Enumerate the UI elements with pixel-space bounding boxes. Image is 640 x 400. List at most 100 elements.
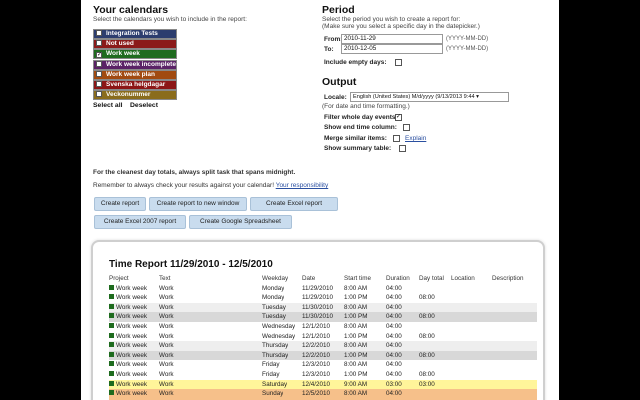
end-time-checkbox[interactable] [403, 124, 410, 131]
cell-start: 1:00 PM [344, 370, 368, 378]
filter-whole-day-checkbox[interactable]: ✓ [395, 114, 402, 121]
calendar-checkbox[interactable] [96, 60, 102, 67]
project-color-swatch [109, 313, 114, 319]
locale-select[interactable]: English (United States) M/d/yyyy (9/13/2… [350, 92, 509, 102]
cell-project: Work week [109, 341, 147, 351]
cell-project: Work week [109, 351, 147, 361]
table-body: Work week Work Monday 11/29/2010 8:00 AM 04:0… [109, 283, 537, 400]
include-empty-label: Include empty days: [324, 59, 387, 66]
calendar-checkbox[interactable]: ✓ [96, 52, 102, 59]
project-color-swatch [109, 322, 114, 328]
explain-link[interactable]: Explain [405, 135, 426, 142]
calendar-item[interactable]: ✓ Work week [93, 49, 177, 60]
calendar-item[interactable]: Not used [93, 39, 177, 50]
calendar-checkbox[interactable] [96, 81, 102, 87]
create-google-spreadsheet-button[interactable]: Create Google Spreadsheet [189, 215, 292, 229]
cell-text: Work [159, 342, 174, 350]
cell-start: 1:00 PM [344, 332, 368, 340]
cell-date: 12/4/2010 [302, 380, 331, 388]
column-header: Project [109, 275, 129, 282]
create-report-new-window-button[interactable]: Create report to new window [149, 197, 247, 211]
table-header-row: Project Text Weekday Date Start time Duration… [109, 274, 537, 284]
table-row: Work week Work Wednesday 12/1/2010 8:00 AM 04… [109, 321, 537, 332]
calendar-item[interactable]: Svenska helgdagar [93, 80, 177, 90]
report-title: Time Report 11/29/2010 - 12/5/2010 [109, 259, 273, 270]
column-header: Location [451, 275, 475, 282]
cell-text: Work [159, 370, 174, 378]
calendar-checkbox[interactable] [96, 40, 102, 47]
cell-start: 8:00 AM [344, 322, 368, 330]
table-row: Work week Work Tuesday 11/30/2010 1:00 PM 04:… [109, 312, 537, 322]
cell-text: Work [159, 284, 174, 292]
cell-weekday: Tuesday [262, 303, 286, 311]
period-hint-2: (Make sure you select a specific day in … [322, 23, 480, 30]
calendar-checkbox[interactable] [96, 70, 102, 77]
end-time-label: Show end time column: [324, 124, 397, 131]
cell-weekday: Wednesday [262, 322, 296, 330]
summary-table-checkbox[interactable] [399, 145, 406, 152]
cell-duration: 04:00 [386, 294, 402, 302]
column-header: Text [159, 275, 171, 282]
cell-duration: 04:00 [386, 332, 402, 340]
responsibility-link[interactable]: Your responsibility [276, 182, 329, 189]
include-empty-checkbox[interactable] [395, 59, 402, 66]
select-all-link[interactable]: Select all [93, 102, 122, 109]
merge-similar-checkbox[interactable] [393, 135, 400, 142]
output-title: Output [322, 76, 357, 88]
table-row: Work week Work Monday 11/29/2010 1:00 PM 04:0… [109, 293, 537, 303]
cell-date: 12/2/2010 [302, 342, 331, 350]
calendar-label: Veckonummer [106, 91, 151, 99]
table-row: Work week Work Wednesday 12/1/2010 1:00 PM 04… [109, 331, 537, 342]
calendar-item[interactable]: Work week plan [93, 69, 177, 80]
table-row: Work week Work Monday 11/29/2010 8:00 AM 04:0… [109, 283, 537, 294]
cell-weekday: Tuesday [262, 313, 286, 321]
remember-text: Remember to always check your results ag… [93, 182, 274, 189]
cell-duration: 04:00 [386, 390, 402, 398]
column-header: Duration [386, 275, 410, 282]
calendar-item[interactable]: Veckonummer [93, 90, 177, 101]
calendar-label: Svenska helgdagar [106, 81, 166, 88]
cell-start: 9:00 AM [344, 380, 368, 388]
cell-weekday: Saturday [262, 380, 288, 388]
cell-date: 12/1/2010 [302, 332, 331, 340]
cell-total: 03:00 [419, 380, 435, 388]
cell-weekday: Friday [262, 370, 280, 378]
cell-total: 08:00 [419, 370, 435, 378]
calendar-item[interactable]: Integration Tests [93, 29, 177, 39]
calendars-hint: Select the calendars you wish to include… [93, 16, 247, 23]
cell-project: Work week [109, 332, 147, 342]
create-excel-2007-button[interactable]: Create Excel 2007 report [94, 215, 186, 229]
cell-weekday: Thursday [262, 342, 289, 350]
cell-total: 08:00 [419, 351, 435, 359]
from-date-input[interactable]: 2010-11-29 [341, 34, 443, 44]
project-color-swatch [109, 294, 114, 300]
locale-label: Locale: [324, 94, 347, 101]
remember-note: Remember to always check your results ag… [93, 182, 328, 189]
cell-duration: 04:00 [386, 370, 402, 378]
cell-start: 1:00 PM [344, 313, 368, 321]
table-row: Work week Work Friday 12/3/2010 8:00 AM 04:00 [109, 360, 537, 370]
table-row: Work week Work Saturday 12/4/2010 9:00 AM 03:… [109, 379, 537, 390]
cell-project: Work week [109, 360, 147, 370]
calendar-label: Work week incomplete [106, 60, 176, 68]
create-report-button[interactable]: Create report [94, 197, 146, 211]
cell-text: Work [159, 322, 174, 330]
cell-duration: 04:00 [386, 303, 402, 311]
deselect-link[interactable]: Deselect [130, 102, 158, 109]
cell-text: Work [159, 390, 174, 398]
calendar-item[interactable]: Work week incomplete [93, 59, 177, 70]
cell-weekday: Friday [262, 361, 280, 369]
calendar-checkbox[interactable] [96, 30, 102, 36]
cell-text: Work [159, 294, 174, 302]
cell-date: 11/29/2010 [302, 284, 334, 292]
cell-text: Work [159, 380, 174, 388]
create-excel-report-button[interactable]: Create Excel report [250, 197, 338, 211]
cell-start: 1:00 PM [344, 351, 368, 359]
calendar-checkbox[interactable] [96, 91, 102, 98]
to-date-input[interactable]: 2010-12-05 [341, 44, 443, 54]
project-color-swatch [109, 390, 114, 396]
cell-text: Work [159, 303, 174, 311]
cell-text: Work [159, 332, 174, 340]
cell-duration: 04:00 [386, 313, 402, 321]
cell-text: Work [159, 313, 174, 321]
